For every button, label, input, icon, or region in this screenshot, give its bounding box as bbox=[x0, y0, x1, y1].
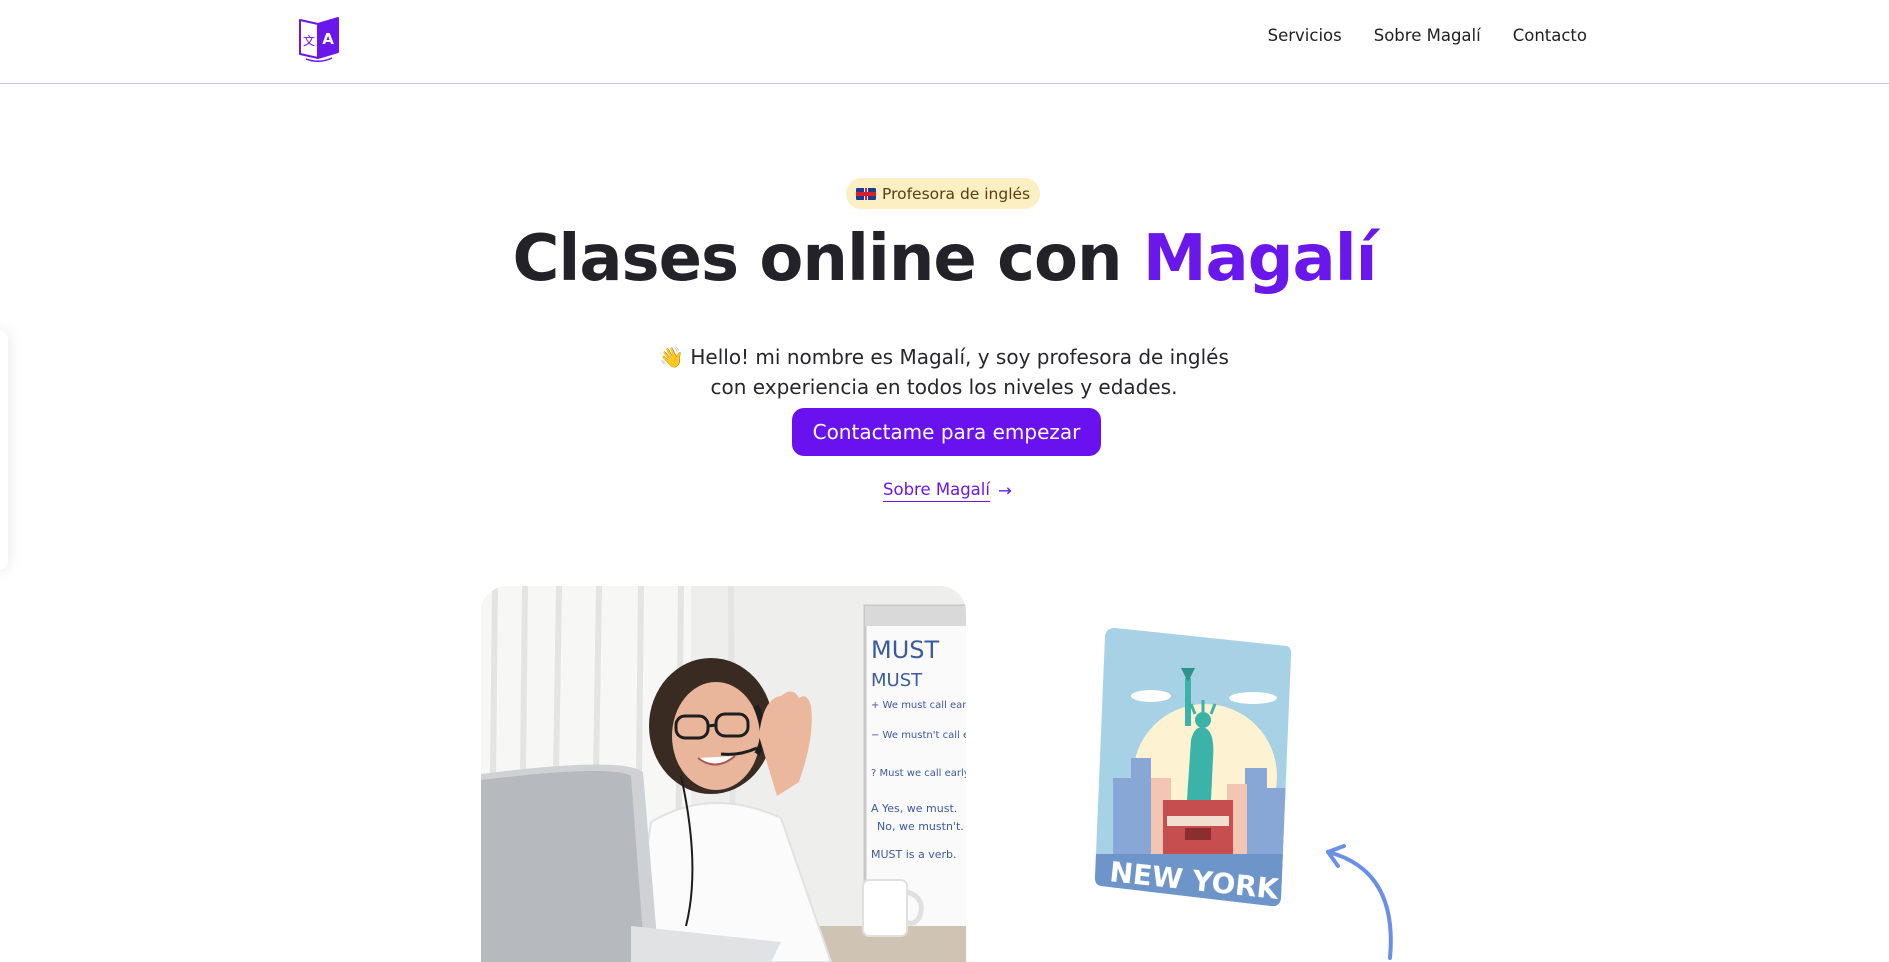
teacher-photo: MUST MUST + We must call early − We must… bbox=[481, 586, 966, 962]
about-link-label: Sobre Magalí bbox=[883, 479, 990, 502]
whiteboard-line: MUST bbox=[871, 670, 923, 691]
whiteboard-line: − We mustn't call early bbox=[871, 730, 966, 741]
nav-contacto[interactable]: Contacto bbox=[1513, 26, 1587, 45]
whiteboard-line: MUST bbox=[871, 636, 940, 664]
site-header: 文 A Servicios Sobre Magalí Contacto bbox=[0, 0, 1889, 84]
whiteboard-line: No, we mustn't. bbox=[877, 820, 964, 833]
profession-badge: Profesora de inglés bbox=[846, 178, 1041, 209]
subtitle-text: Hello! mi nombre es Magalí, y soy profes… bbox=[690, 345, 1229, 399]
arrow-right-icon: → bbox=[997, 481, 1012, 500]
title-accent: Magalí bbox=[1142, 222, 1378, 296]
new-york-card: NEW YORK bbox=[1095, 628, 1291, 907]
nav-sobre-magali[interactable]: Sobre Magalí bbox=[1374, 26, 1481, 45]
hero-subtitle: 👋 Hello! mi nombre es Magalí, y soy prof… bbox=[644, 342, 1244, 402]
title-main: Clases online con bbox=[512, 222, 1143, 296]
whiteboard-line: MUST is a verb. bbox=[871, 848, 957, 861]
main-nav: Servicios Sobre Magalí Contacto bbox=[1268, 26, 1587, 45]
about-link[interactable]: Sobre Magalí → bbox=[883, 479, 1012, 502]
page-title: Clases online con Magalí bbox=[0, 222, 1889, 296]
logo-glyph-left: 文 bbox=[303, 33, 315, 48]
logo-glyph-right: A bbox=[322, 30, 334, 48]
nav-servicios[interactable]: Servicios bbox=[1268, 26, 1342, 45]
whiteboard-line: A Yes, we must. bbox=[871, 802, 957, 815]
waving-hand-icon: 👋 bbox=[659, 345, 684, 369]
side-panel-edge bbox=[0, 330, 8, 570]
logo-icon[interactable]: 文 A bbox=[298, 14, 340, 62]
contact-cta-button[interactable]: Contactame para empezar bbox=[792, 408, 1101, 456]
whiteboard-line: ? Must we call early? bbox=[871, 768, 966, 779]
uk-flag-icon bbox=[856, 187, 876, 200]
curved-arrow-icon bbox=[1326, 844, 1393, 960]
whiteboard-line: + We must call early bbox=[871, 700, 966, 711]
badge-label: Profesora de inglés bbox=[882, 184, 1031, 203]
